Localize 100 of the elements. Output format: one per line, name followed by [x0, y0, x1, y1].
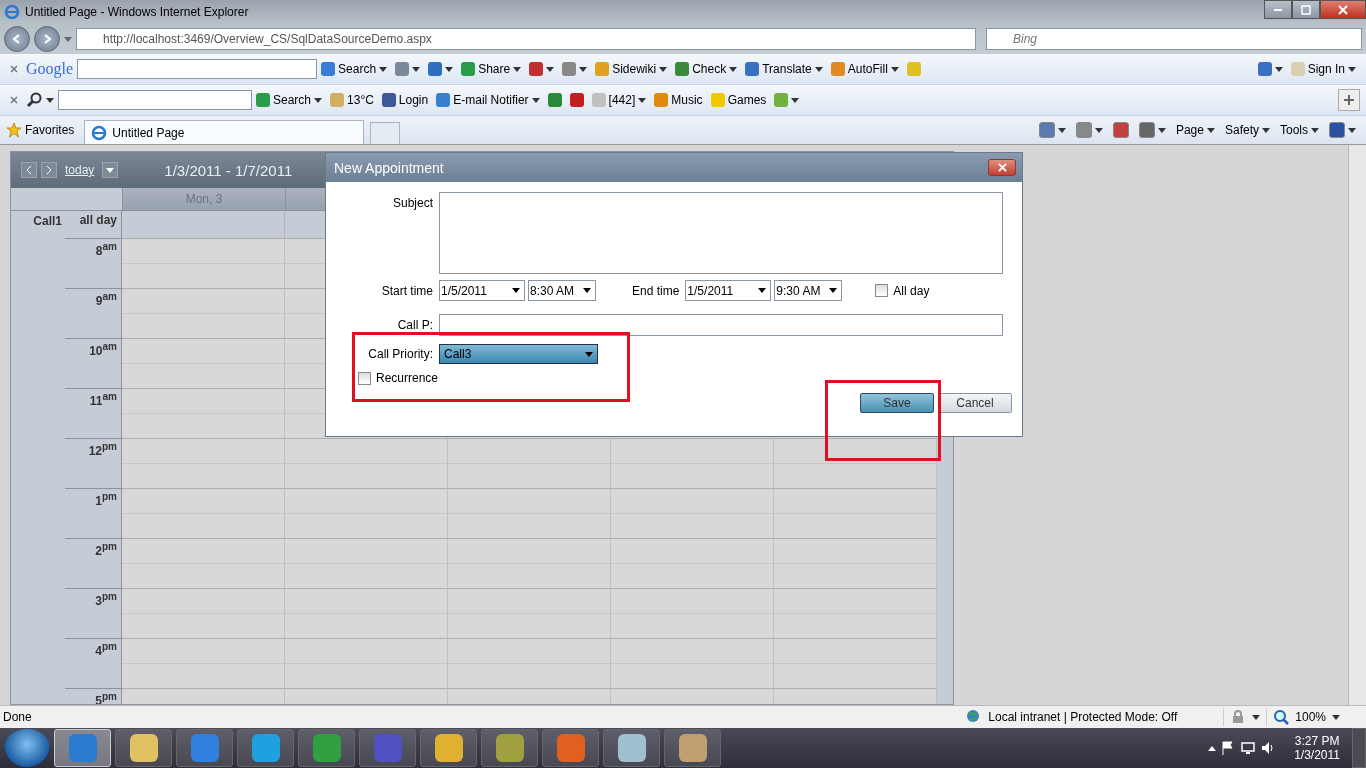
toolbar-button[interactable]: Sign In: [1307, 62, 1345, 76]
priority-dropdown[interactable]: Call3: [439, 344, 598, 364]
dropdown-arrow-icon[interactable]: [791, 97, 800, 103]
dropdown-arrow-icon[interactable]: [1094, 127, 1103, 133]
toolbar-button[interactable]: [442]: [608, 93, 636, 107]
square-icon[interactable]: [675, 62, 690, 76]
checkbox[interactable]: [358, 371, 371, 385]
date-dropdown[interactable]: 1/5/2011: [685, 280, 772, 301]
search-icon[interactable]: [26, 92, 42, 108]
dropdown-arrow-icon[interactable]: [729, 66, 738, 72]
start-button[interactable]: [4, 729, 50, 767]
text-field[interactable]: [439, 314, 1003, 336]
toolbar-button[interactable]: Translate: [762, 62, 812, 76]
square-icon[interactable]: [1329, 122, 1345, 138]
toolbar-button[interactable]: Check: [692, 62, 727, 76]
taskbar-button[interactable]: [176, 729, 233, 767]
toolbar-button[interactable]: AutoFill: [847, 62, 888, 76]
dropdown-arrow-icon[interactable]: [1348, 66, 1356, 72]
date-dropdown[interactable]: 1/5/2011: [439, 280, 525, 301]
favorites-button[interactable]: Favorites: [25, 123, 75, 137]
close-icon[interactable]: [10, 65, 18, 73]
square-icon[interactable]: [1257, 62, 1272, 76]
square-icon[interactable]: [745, 62, 760, 76]
square-icon[interactable]: [321, 62, 336, 76]
toolbar-button[interactable]: Share: [478, 62, 511, 76]
time-dropdown[interactable]: 9:30 AM: [774, 280, 843, 301]
toolbar-button[interactable]: Search: [273, 93, 312, 107]
close-button[interactable]: [988, 159, 1016, 176]
taskbar-button[interactable]: [237, 729, 294, 767]
toolbar-button[interactable]: Search: [338, 62, 377, 76]
clock-date[interactable]: 1/3/2011: [1294, 748, 1340, 762]
dropdown-arrow-icon[interactable]: [46, 97, 54, 103]
square-icon[interactable]: [461, 62, 476, 76]
toolbar-button[interactable]: Sidewiki: [612, 62, 657, 76]
forward-button[interactable]: [34, 26, 60, 52]
dropdown-arrow-icon[interactable]: [579, 66, 588, 72]
menu-button[interactable]: Tools: [1280, 123, 1308, 137]
time-dropdown[interactable]: 8:30 AM: [528, 280, 596, 301]
subject-field[interactable]: [439, 192, 1003, 274]
square-icon[interactable]: [1138, 122, 1155, 138]
taskbar-button[interactable]: [603, 729, 660, 767]
close-icon[interactable]: [10, 96, 18, 104]
scrollbar[interactable]: [1348, 145, 1366, 705]
dropdown-arrow-icon[interactable]: [1157, 127, 1166, 133]
add-button[interactable]: [1338, 89, 1360, 111]
square-icon[interactable]: [428, 62, 443, 76]
dropdown-arrow-icon[interactable]: [1311, 127, 1319, 133]
next-button[interactable]: [41, 162, 57, 178]
square-icon[interactable]: [529, 62, 544, 76]
dropdown-arrow-icon[interactable]: [1348, 127, 1356, 133]
clock-time[interactable]: 3:27 PM: [1294, 734, 1340, 748]
dropdown-arrow-icon[interactable]: [1262, 127, 1270, 133]
search-field[interactable]: Bing: [986, 28, 1362, 50]
dropdown-arrow-icon[interactable]: [412, 66, 421, 72]
toolbar-button[interactable]: Music: [671, 93, 703, 107]
taskbar-button[interactable]: [542, 729, 599, 767]
square-icon[interactable]: [547, 93, 562, 107]
toolbar-button[interactable]: Games: [727, 93, 767, 107]
taskbar-button[interactable]: [420, 729, 477, 767]
search-field[interactable]: [77, 59, 318, 79]
zoom-level[interactable]: 100%: [1295, 710, 1326, 724]
taskbar-button[interactable]: [481, 729, 538, 767]
maximize-button[interactable]: [1292, 0, 1320, 19]
dropdown-arrow-icon[interactable]: [379, 66, 388, 72]
dropdown-arrow-icon[interactable]: [513, 66, 522, 72]
previous-button[interactable]: [21, 162, 37, 178]
checkbox[interactable]: [875, 284, 889, 297]
zoom-icon[interactable]: [1273, 709, 1290, 725]
dropdown-arrow-icon[interactable]: [546, 66, 555, 72]
star-icon[interactable]: [6, 122, 22, 138]
minimize-button[interactable]: [1264, 0, 1292, 19]
menu-button[interactable]: Safety: [1224, 123, 1259, 137]
up-arrow-icon[interactable]: [1208, 745, 1217, 751]
close-button[interactable]: [1320, 0, 1366, 19]
dropdown-arrow-icon[interactable]: [1252, 714, 1261, 720]
back-button[interactable]: [4, 26, 30, 52]
square-icon[interactable]: [1112, 122, 1129, 138]
network-icon[interactable]: [1240, 740, 1257, 756]
square-icon[interactable]: [381, 93, 396, 107]
new-tab-button[interactable]: [370, 122, 401, 144]
cancel-button[interactable]: Cancel: [938, 393, 1012, 413]
taskbar-button[interactable]: [664, 729, 721, 767]
all-day-cell[interactable]: [122, 210, 285, 238]
taskbar-button[interactable]: [115, 729, 172, 767]
dropdown-arrow-icon[interactable]: [1206, 127, 1215, 133]
dropdown-arrow-icon[interactable]: [531, 97, 540, 103]
search-field[interactable]: [58, 90, 252, 110]
toolbar-button[interactable]: 13°C: [347, 93, 374, 107]
dropdown-arrow-icon[interactable]: [659, 66, 668, 72]
dropdown-arrow-icon[interactable]: [814, 66, 823, 72]
dropdown-arrow-icon[interactable]: [1332, 714, 1340, 720]
dropdown-arrow-icon[interactable]: [1274, 66, 1283, 72]
browser-tab[interactable]: Untitled Page: [84, 120, 365, 144]
taskbar-button[interactable]: [298, 729, 355, 767]
time-slot[interactable]: [774, 438, 937, 488]
dropdown-arrow-icon[interactable]: [445, 66, 454, 72]
save-button[interactable]: Save: [860, 393, 934, 413]
dropdown-arrow-icon[interactable]: [1057, 127, 1066, 133]
square-icon[interactable]: [436, 93, 451, 107]
square-icon[interactable]: [1038, 122, 1055, 138]
